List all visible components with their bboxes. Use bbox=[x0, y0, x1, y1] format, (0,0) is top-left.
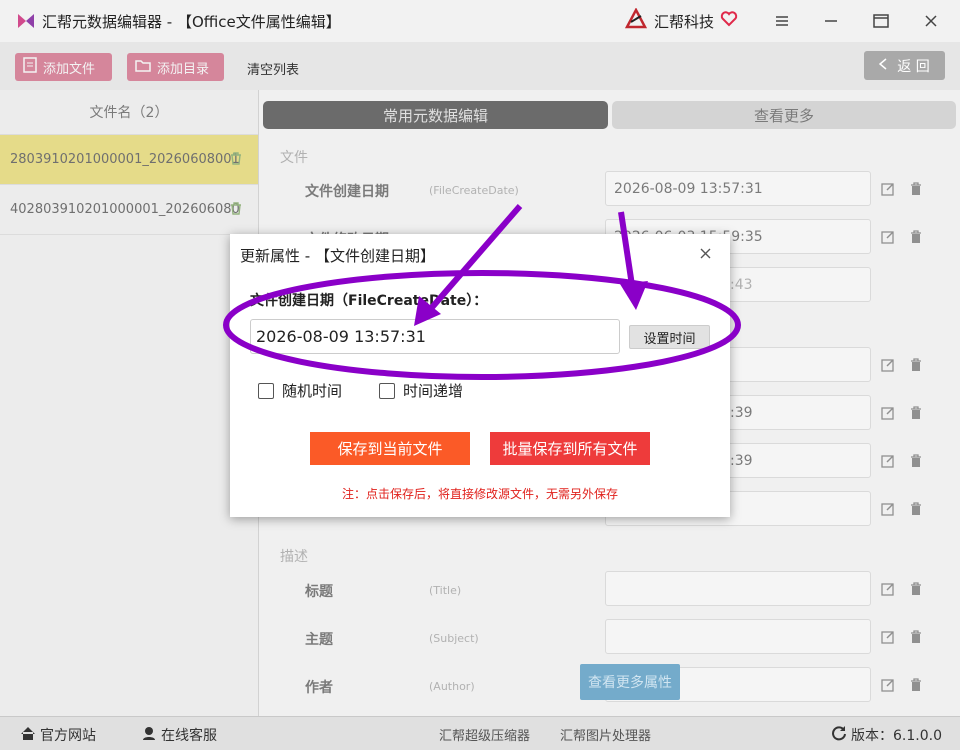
checkbox-box bbox=[258, 382, 274, 399]
save-all-button[interactable]: 批量保存到所有文件 bbox=[490, 432, 650, 465]
add-directory-button[interactable]: 添加目录 bbox=[127, 53, 224, 81]
title-bar: 汇帮元数据编辑器 - 【Office文件属性编辑】 汇帮科技 bbox=[0, 0, 960, 42]
maximize-icon[interactable] bbox=[868, 8, 894, 34]
random-time-checkbox[interactable]: 随机时间 bbox=[258, 380, 342, 401]
set-time-button[interactable]: 设置时间 bbox=[629, 325, 710, 349]
app-logo-icon bbox=[16, 11, 36, 31]
online-support-label: 在线客服 bbox=[161, 728, 217, 744]
version-label: 版本：6.1.0.0 bbox=[851, 728, 942, 744]
close-icon[interactable] bbox=[696, 244, 714, 262]
brand-name: 汇帮科技 bbox=[654, 12, 715, 31]
status-bar: 官方网站 在线客服 汇帮超级压缩器 汇帮图片处理器 版本：6.1.0.0 bbox=[0, 716, 960, 750]
support-icon bbox=[141, 725, 157, 745]
checkbox-box bbox=[379, 382, 395, 399]
back-label: 返 回 bbox=[897, 58, 930, 75]
time-increment-label: 时间递增 bbox=[403, 382, 464, 400]
home-icon bbox=[20, 726, 36, 745]
dialog-title: 更新属性 - 【文件创建日期】 bbox=[240, 247, 435, 265]
back-button[interactable]: 返 回 bbox=[864, 51, 945, 80]
folder-icon bbox=[135, 58, 151, 76]
save-note: 注：点击保存后，将直接修改源文件，无需另外保存 bbox=[341, 487, 618, 501]
brand-logo-icon bbox=[624, 7, 648, 34]
menu-icon[interactable] bbox=[769, 8, 795, 34]
clear-list-button[interactable]: 清空列表 bbox=[247, 59, 299, 78]
official-website-label: 官方网站 bbox=[40, 728, 96, 744]
refresh-icon bbox=[831, 725, 847, 745]
heart-icon[interactable] bbox=[720, 10, 738, 32]
date-input[interactable]: 2026-08-09 13:57:31 bbox=[250, 319, 620, 354]
field-label: 文件创建日期（FileCreateDate）： bbox=[250, 293, 488, 309]
official-website-link[interactable]: 官方网站 bbox=[20, 725, 96, 745]
close-window-icon[interactable] bbox=[918, 8, 944, 34]
save-current-button[interactable]: 保存到当前文件 bbox=[310, 432, 470, 465]
toolbar: 添加文件 添加目录 清空列表 bbox=[0, 42, 960, 90]
window-title: 汇帮元数据编辑器 - 【Office文件属性编辑】 bbox=[42, 12, 341, 31]
update-property-dialog: 更新属性 - 【文件创建日期】 文件创建日期（FileCreateDate）： … bbox=[230, 234, 730, 517]
add-file-label: 添加文件 bbox=[43, 61, 96, 77]
random-time-label: 随机时间 bbox=[282, 382, 343, 400]
brand: 汇帮科技 bbox=[624, 7, 738, 34]
compressor-link[interactable]: 汇帮超级压缩器 bbox=[439, 725, 530, 744]
add-directory-label: 添加目录 bbox=[157, 61, 210, 77]
chevron-left-icon bbox=[879, 57, 887, 74]
online-support-link[interactable]: 在线客服 bbox=[141, 725, 217, 745]
version-info[interactable]: 版本：6.1.0.0 bbox=[831, 725, 942, 745]
minimize-icon[interactable] bbox=[818, 8, 844, 34]
add-file-button[interactable]: 添加文件 bbox=[15, 53, 112, 81]
time-increment-checkbox[interactable]: 时间递增 bbox=[379, 380, 463, 401]
image-tool-link[interactable]: 汇帮图片处理器 bbox=[560, 725, 651, 744]
file-icon bbox=[23, 57, 37, 77]
